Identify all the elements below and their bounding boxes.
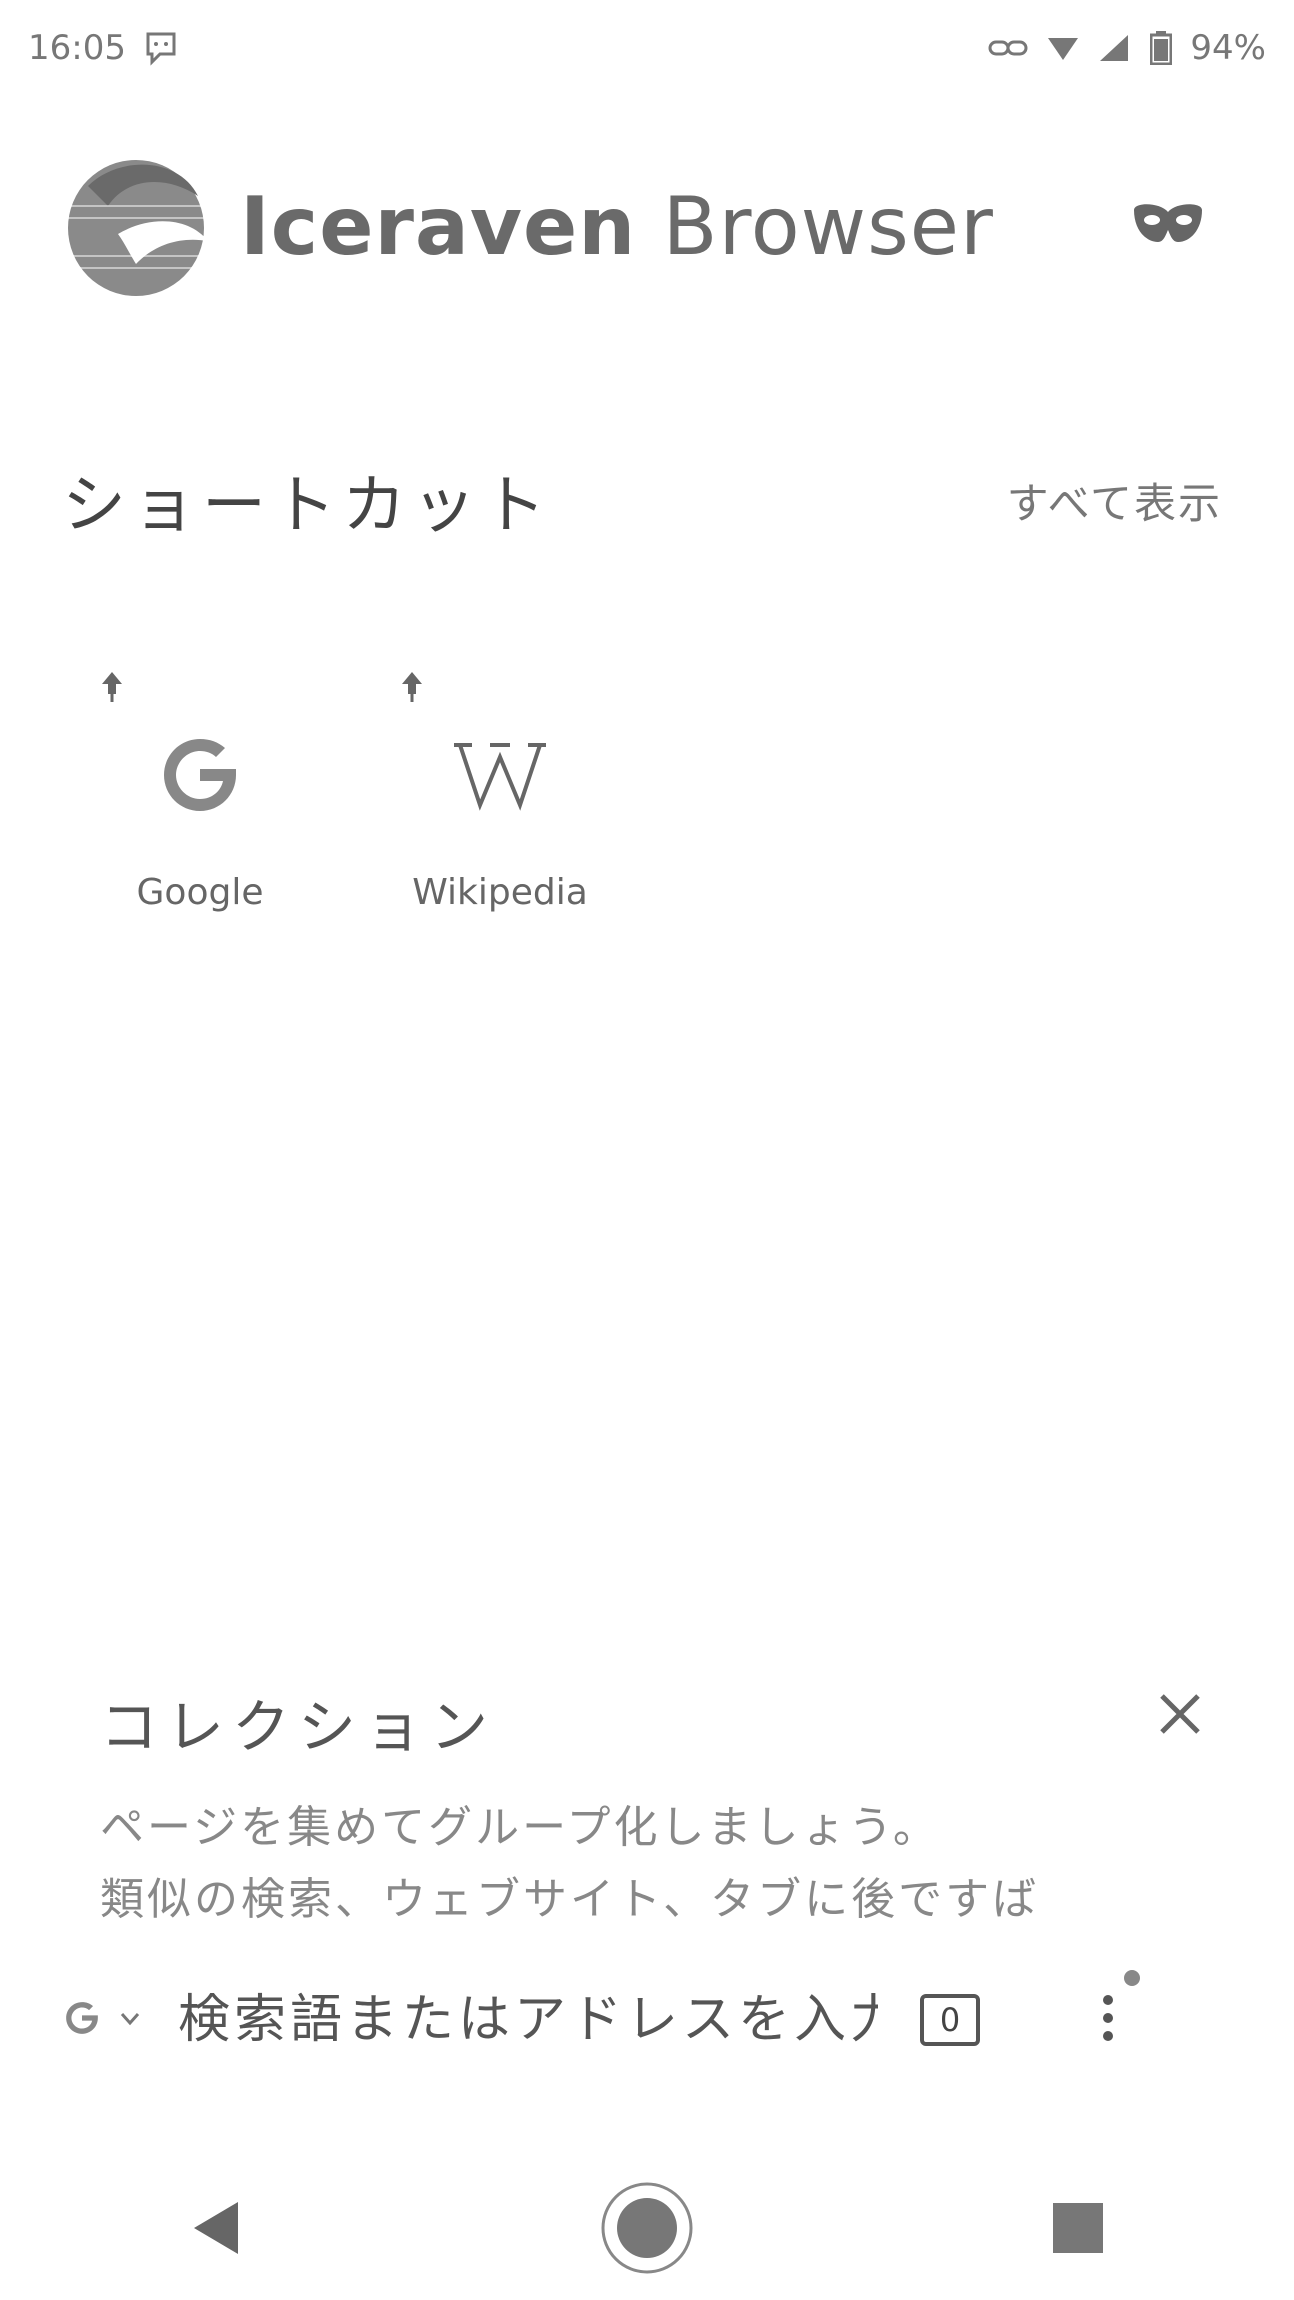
app-title-light: Browser [636,179,994,273]
shortcuts-title: ショートカット [62,469,552,543]
update-dot-icon [1122,1968,1142,1992]
battery-icon [1150,31,1173,65]
collections-title: コレクション [100,1693,497,1761]
back-button[interactable] [156,2170,276,2290]
app-brand: Iceraven Browser [58,148,994,304]
status-bar: 16:05 94% [0,0,1294,96]
recents-square-icon [1051,2201,1105,2259]
home-button[interactable] [587,2170,707,2290]
search-engine-selector[interactable] [60,1996,140,2044]
pin-icon [398,670,426,708]
tabs-counter-button[interactable]: 0 [920,1994,980,2046]
iceraven-logo-icon [58,146,218,306]
shortcut-label: Wikipedia [412,872,588,913]
shortcut-wikipedia[interactable]: Wikipedia [390,650,610,913]
address-toolbar: 0 [0,1950,1294,2090]
shortcuts-grid: Google Wikipedia [90,650,610,913]
mask-icon [1130,200,1206,248]
collections-description-line: ページを集めてグループ化しましょう。 [100,1802,940,1853]
show-all-button[interactable]: すべて表示 [1007,470,1222,531]
link-icon [988,36,1028,60]
close-button[interactable] [1150,1686,1210,1746]
back-triangle-icon [188,2198,244,2262]
wikipedia-icon [425,700,575,850]
signal-icon [1098,33,1132,63]
close-icon [1158,1692,1202,1740]
wifi-icon [1046,34,1080,62]
notification-icon [144,28,178,68]
system-navigation-bar [0,2160,1294,2300]
app-title: Iceraven Browser [240,180,994,273]
shortcut-google[interactable]: Google [90,650,310,913]
collections-description-line: 類似の検索、ウェブサイト、タブに後ですば [100,1874,1040,1925]
shortcut-label: Google [136,872,264,913]
google-icon [125,700,275,850]
menu-button[interactable] [1088,1970,1140,2060]
home-circle-icon [599,2180,695,2280]
more-vert-icon [1100,1988,1116,2052]
private-mode-button[interactable] [1120,192,1216,256]
recents-button[interactable] [1018,2170,1138,2290]
status-time: 16:05 [28,28,126,68]
collections-card: コレクション ページを集めてグループ化しましょう。 類似の検索、ウェブサイト、タ… [100,1680,1210,1936]
address-input[interactable] [176,1989,880,2051]
app-title-bold: Iceraven [240,179,637,273]
chevron-down-icon [120,2011,140,2030]
collections-description: ページを集めてグループ化しましょう。 類似の検索、ウェブサイト、タブに後ですば [100,1792,1210,1936]
shortcuts-header: ショートカット すべて表示 [62,450,1222,550]
google-icon [60,1996,104,2044]
battery-percent: 94% [1190,28,1266,68]
pin-icon [98,670,126,708]
